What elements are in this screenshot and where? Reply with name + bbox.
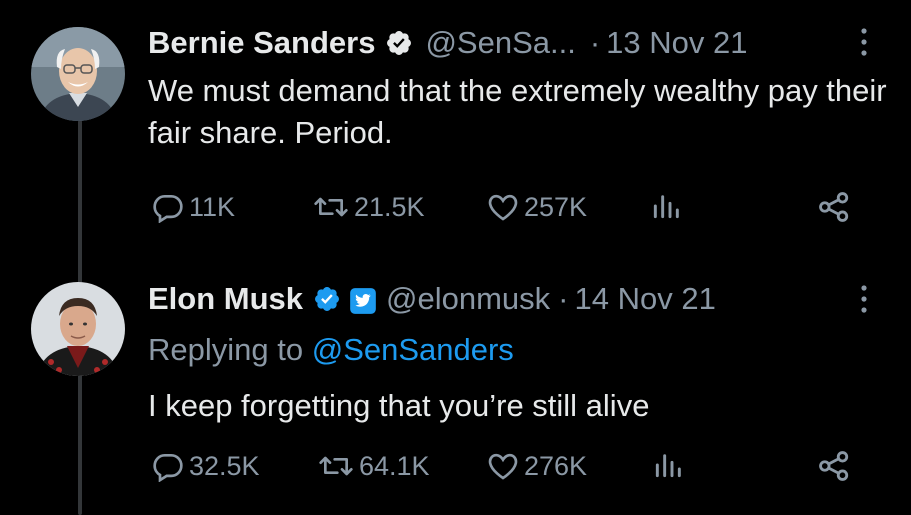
tweet-text: I keep forgetting that you’re still aliv…	[148, 388, 650, 423]
retweet-button[interactable]: 64.1K	[318, 449, 430, 483]
government-badge-icon[interactable]	[349, 287, 376, 314]
author-name[interactable]: Elon Musk	[148, 279, 303, 319]
separator-dot: ·	[589, 25, 601, 60]
views-chart-icon	[655, 454, 681, 478]
heart-icon	[488, 194, 518, 221]
verified-badge-icon[interactable]	[313, 285, 341, 313]
reply-count: 32.5K	[189, 451, 260, 481]
tweet-text: We must demand that the extremely wealth…	[148, 73, 887, 150]
like-button[interactable]: 276K	[487, 449, 587, 483]
tweet-elon[interactable]: Elon Musk @elonmusk · 14 Nov 21 Replying…	[0, 262, 911, 515]
views-chart-icon	[653, 195, 679, 219]
tweet-actions: 11K 21.5K 257K	[0, 190, 911, 230]
share-icon	[819, 192, 849, 222]
reply-button[interactable]: 32.5K	[152, 449, 260, 483]
heart-icon	[488, 453, 518, 480]
reply-count: 11K	[189, 192, 236, 222]
avatar-image	[31, 282, 125, 376]
tweet-bernie[interactable]: Bernie Sanders @SenSa... · 13 Nov 21 We …	[0, 0, 911, 245]
avatar[interactable]	[31, 27, 125, 121]
share-button[interactable]	[817, 190, 851, 224]
retweet-count: 21.5K	[354, 192, 425, 222]
replying-prefix: Replying to	[148, 332, 312, 367]
reply-icon	[153, 195, 183, 223]
avatar-image	[31, 27, 125, 121]
like-count: 257K	[524, 192, 588, 222]
share-button[interactable]	[817, 449, 851, 483]
more-options-icon[interactable]	[857, 282, 871, 316]
author-handle[interactable]: @SenSa...	[425, 23, 575, 63]
reply-icon	[153, 454, 183, 482]
retweet-icon	[319, 456, 353, 476]
replying-to-mention[interactable]: @SenSanders	[312, 332, 514, 367]
share-icon	[819, 451, 849, 481]
views-button[interactable]	[650, 190, 682, 222]
tweet-date[interactable]: 13 Nov 21	[606, 23, 747, 63]
tweet-header: Bernie Sanders @SenSa... · 13 Nov 21	[148, 23, 871, 63]
retweet-count: 64.1K	[359, 451, 430, 481]
verified-badge-icon[interactable]	[385, 29, 413, 57]
retweet-button[interactable]: 21.5K	[313, 190, 425, 224]
like-button[interactable]: 257K	[487, 190, 587, 224]
tweet-date[interactable]: 14 Nov 21	[575, 279, 716, 319]
like-count: 276K	[524, 451, 588, 481]
retweet-icon	[314, 197, 348, 217]
separator-dot: ·	[558, 281, 569, 316]
author-handle[interactable]: @elonmusk	[386, 279, 550, 319]
replying-to-line: Replying to @SenSanders	[148, 330, 514, 370]
tweet-actions: 32.5K 64.1K 276K	[0, 449, 911, 489]
reply-button[interactable]: 11K	[152, 190, 235, 224]
views-button[interactable]	[652, 449, 684, 481]
tweet-header: Elon Musk @elonmusk · 14 Nov 21	[148, 279, 871, 319]
more-options-icon[interactable]	[857, 25, 871, 59]
avatar[interactable]	[31, 282, 125, 376]
author-name[interactable]: Bernie Sanders	[148, 23, 375, 63]
